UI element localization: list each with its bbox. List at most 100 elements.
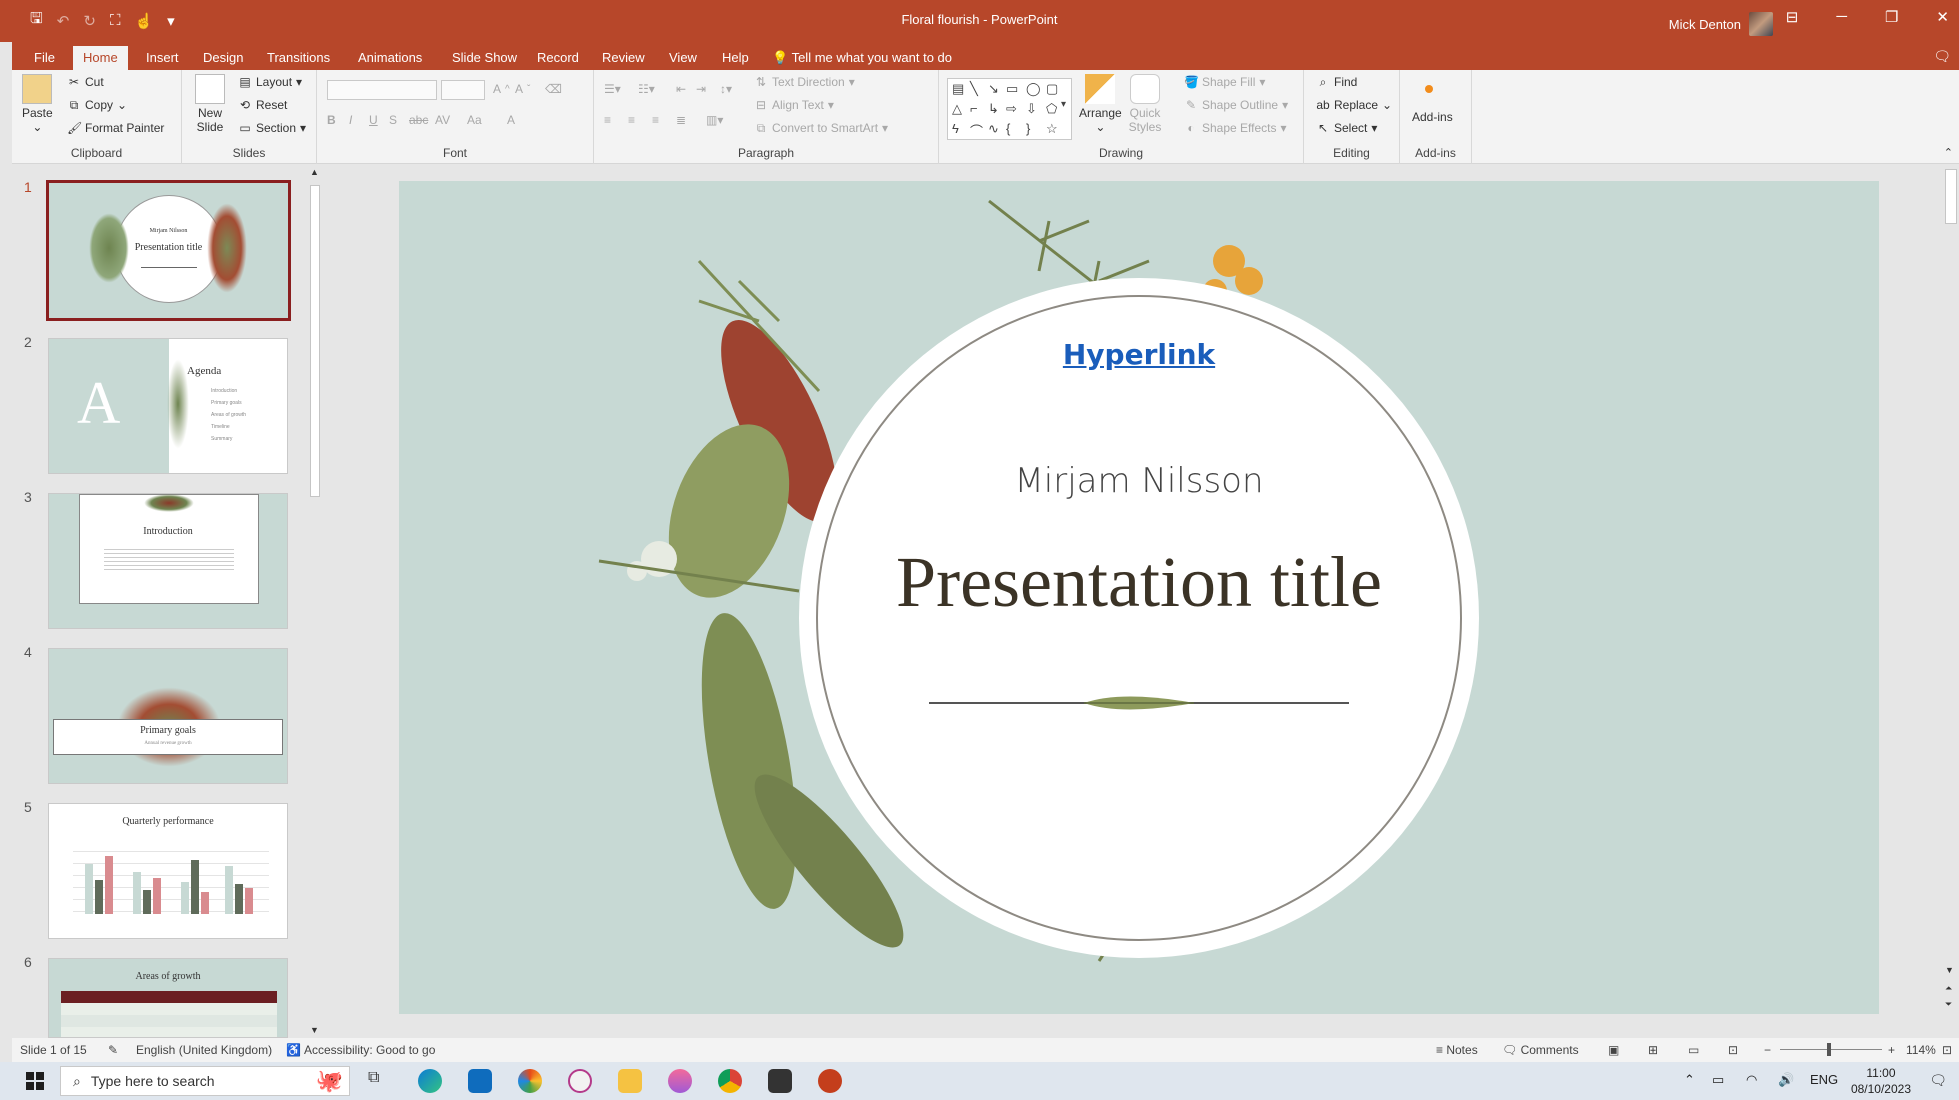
layout-button[interactable]: ▤ Layout ▾ <box>238 75 302 89</box>
text-direction-button[interactable]: ⇅ Text Direction ▾ <box>754 75 855 89</box>
format-painter-button[interactable]: 🖌 Format Painter <box>67 121 164 135</box>
cut-button[interactable]: ✂ Cut <box>67 75 104 89</box>
reading-view-icon[interactable]: ▭ <box>1688 1043 1699 1057</box>
tell-me-search[interactable]: 💡 Tell me what you want to do <box>772 46 952 70</box>
language-indicator[interactable]: English (United Kingdom) <box>136 1043 272 1057</box>
edge-icon[interactable] <box>418 1069 442 1093</box>
slide-canvas[interactable]: Hyperlink Mirjam Nilsson Presentation ti… <box>399 181 1879 1014</box>
slide-thumbnail-5[interactable]: Quarterly performance <box>48 803 288 939</box>
scroll-down-icon[interactable]: ▼ <box>1945 965 1954 975</box>
numbering-icon[interactable]: ☷▾ <box>638 82 655 96</box>
task-view-icon[interactable]: ⧉ <box>368 1069 392 1093</box>
slideshow-view-icon[interactable]: ⊡ <box>1728 1043 1738 1057</box>
powerpoint-icon[interactable] <box>818 1069 842 1093</box>
slide-sorter-icon[interactable]: ⊞ <box>1648 1043 1658 1057</box>
star-shape-icon[interactable]: ☆ <box>1046 121 1058 137</box>
right-arrow-shape-icon[interactable]: ⇨ <box>1006 101 1017 117</box>
comments-button[interactable]: 🗨 Comments <box>1502 1043 1579 1057</box>
shape-fill-button[interactable]: 🪣 Shape Fill ▾ <box>1184 75 1265 89</box>
brace-right-shape-icon[interactable]: } <box>1026 121 1030 136</box>
slide-thumbnail-3[interactable]: Introduction <box>48 493 288 629</box>
justify-icon[interactable]: ≣ <box>676 113 686 127</box>
tab-home[interactable]: Home <box>73 46 128 70</box>
tab-slide-show[interactable]: Slide Show <box>442 46 527 70</box>
shape-effects-button[interactable]: ◐ Shape Effects ▾ <box>1184 121 1286 135</box>
line-shape-icon[interactable]: ╲ <box>970 81 978 97</box>
tab-design[interactable]: Design <box>193 46 253 70</box>
gallery-more-icon[interactable]: ▾ <box>1061 99 1066 110</box>
font-name-combo[interactable] <box>327 80 437 100</box>
convert-smartart-button[interactable]: ⧉ Convert to SmartArt ▾ <box>754 121 888 135</box>
rounded-rect-shape-icon[interactable]: ▢ <box>1046 81 1058 97</box>
textbox-shape-icon[interactable]: ▤ <box>952 81 964 97</box>
strikethrough-button[interactable]: abc <box>409 113 428 127</box>
clear-format-icon[interactable]: ⌫ <box>545 82 562 96</box>
zoom-out-icon[interactable]: − <box>1764 1043 1771 1057</box>
input-language[interactable]: ENG <box>1810 1072 1838 1087</box>
bullets-icon[interactable]: ☰▾ <box>604 82 621 96</box>
zoom-in-icon[interactable]: + <box>1888 1043 1895 1057</box>
notes-button[interactable]: ≡ Notes <box>1436 1043 1478 1057</box>
oval-shape-icon[interactable]: ◯ <box>1026 81 1041 97</box>
reset-button[interactable]: ⟲ Reset <box>238 98 287 112</box>
zoom-slider[interactable] <box>1780 1049 1882 1050</box>
rectangle-shape-icon[interactable]: ▭ <box>1006 81 1018 97</box>
section-button[interactable]: ▭ Section ▾ <box>238 121 306 135</box>
triangle-shape-icon[interactable]: △ <box>952 101 962 117</box>
arrow-line-shape-icon[interactable]: ↘ <box>988 81 999 97</box>
taskbar-search-box[interactable]: ⌕ Type here to search 🐙 <box>60 1066 350 1096</box>
align-center-icon[interactable]: ≡ <box>628 113 635 127</box>
grow-font-icon[interactable]: A ^ <box>493 82 510 96</box>
decrease-indent-icon[interactable]: ⇤ <box>676 82 686 96</box>
tab-file[interactable]: File <box>24 46 65 70</box>
connector-shape-icon[interactable]: ⌐ <box>970 101 978 116</box>
snipping-tool-icon[interactable] <box>568 1069 592 1093</box>
tab-help[interactable]: Help <box>712 46 759 70</box>
align-right-icon[interactable]: ≡ <box>652 113 659 127</box>
shrink-font-icon[interactable]: Aˇ <box>515 82 530 96</box>
hyperlink-text[interactable]: Hyperlink <box>939 338 1339 371</box>
down-arrow-shape-icon[interactable]: ⇩ <box>1026 101 1037 117</box>
outlook-icon[interactable] <box>468 1069 492 1093</box>
copy-button[interactable]: ⧉ Copy ⌄ <box>67 98 127 112</box>
generic-app-icon[interactable] <box>768 1069 792 1093</box>
scrollbar-thumb[interactable] <box>310 185 320 497</box>
addins-button[interactable]: Add-ins <box>1412 110 1453 124</box>
select-button[interactable]: ↖ Select ▾ <box>1316 121 1377 135</box>
find-button[interactable]: ⌕ Find <box>1316 75 1358 89</box>
restore-icon[interactable]: ❐ <box>1885 8 1898 26</box>
tab-record[interactable]: Record <box>527 46 589 70</box>
new-slide-button[interactable]: New Slide <box>192 74 228 134</box>
previous-slide-icon[interactable]: ⏶ <box>1945 983 1952 994</box>
minimize-icon[interactable]: ─ <box>1836 8 1847 26</box>
volume-icon[interactable]: 🔊 <box>1778 1072 1794 1088</box>
paste-button[interactable]: Paste ⌄ <box>22 74 53 134</box>
normal-view-icon[interactable]: ▣ <box>1608 1043 1619 1057</box>
slide-subtitle[interactable]: Mirjam Nilsson <box>839 461 1439 501</box>
arc-shape-icon[interactable]: ⌒ <box>970 121 983 140</box>
notifications-icon[interactable]: 🗨 <box>1929 1072 1947 1089</box>
next-slide-icon[interactable]: ⏷ <box>1945 999 1952 1010</box>
font-size-combo[interactable] <box>441 80 485 100</box>
tray-expand-icon[interactable]: ⌃ <box>1684 1072 1695 1088</box>
photos-icon[interactable] <box>518 1069 542 1093</box>
underline-button[interactable]: U <box>369 113 378 127</box>
brace-left-shape-icon[interactable]: { <box>1006 121 1010 136</box>
lightning-shape-icon[interactable]: ϟ <box>952 121 959 136</box>
shadow-button[interactable]: S <box>389 113 397 127</box>
shapes-gallery[interactable]: ▤ ╲ ↘ ▭ ◯ ▢ △ ⌐ ↳ ⇨ ⇩ ⬠ ϟ ⌒ ∿ { } ☆ ▾ <box>947 78 1072 140</box>
fit-slide-icon[interactable]: ⊡ <box>1942 1043 1952 1057</box>
increase-indent-icon[interactable]: ⇥ <box>696 82 706 96</box>
comments-icon[interactable]: 🗨 <box>1933 48 1951 65</box>
wifi-icon[interactable]: ◠ <box>1746 1072 1757 1088</box>
battery-icon[interactable]: ▭ <box>1712 1072 1724 1088</box>
collapse-ribbon-icon[interactable]: ⌃ <box>1944 146 1953 159</box>
quick-styles-button[interactable]: Quick Styles <box>1125 74 1165 134</box>
zoom-slider-handle[interactable] <box>1827 1043 1831 1056</box>
char-spacing-button[interactable]: AV <box>435 113 450 127</box>
curve-shape-icon[interactable]: ∿ <box>988 121 999 137</box>
slide-thumbnail-6[interactable]: Areas of growth <box>48 958 288 1038</box>
slide-thumbnail-1[interactable]: Mirjam Nilsson Presentation title <box>46 180 291 321</box>
file-explorer-icon[interactable] <box>618 1069 642 1093</box>
tab-review[interactable]: Review <box>592 46 655 70</box>
